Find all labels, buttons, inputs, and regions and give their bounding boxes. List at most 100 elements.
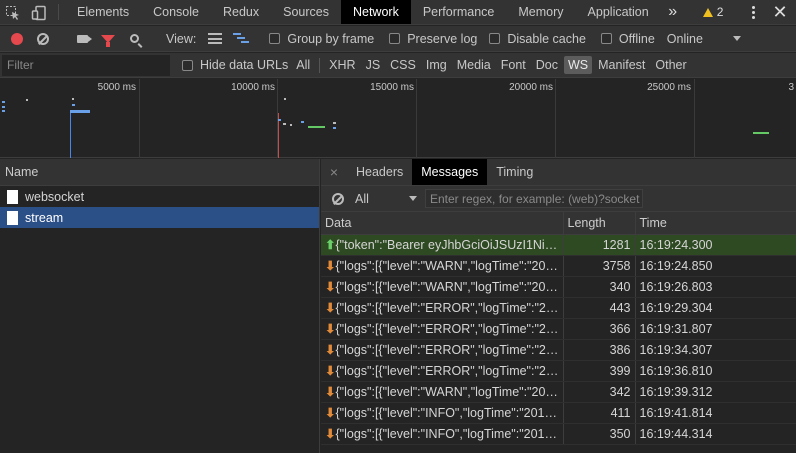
request-mark: [283, 123, 286, 125]
tab-console[interactable]: Console: [141, 0, 211, 24]
checkbox-box[interactable]: [182, 59, 193, 71]
checkbox-box[interactable]: [389, 33, 401, 44]
hide-data-urls-checkbox[interactable]: Hide data URLs: [182, 58, 288, 72]
request-mark: [333, 122, 336, 124]
column-header-data[interactable]: Data: [321, 212, 564, 235]
request-row-stream[interactable]: stream: [0, 207, 319, 228]
request-name: websocket: [25, 189, 85, 204]
message-regex-input[interactable]: [425, 189, 643, 208]
tab-application[interactable]: Application: [576, 0, 661, 24]
filter-input[interactable]: [2, 54, 170, 76]
divider: [58, 4, 59, 20]
tab-redux[interactable]: Redux: [211, 0, 271, 24]
preserve-log-checkbox[interactable]: Preserve log: [389, 32, 477, 46]
offline-label: Offline: [618, 31, 655, 46]
tab-performance[interactable]: Performance: [411, 0, 507, 24]
tab-network[interactable]: Network: [340, 0, 411, 24]
message-data: {"logs":[{"level":"ERROR","logTime":"20…: [335, 343, 563, 357]
filter-type-font[interactable]: Font: [497, 56, 530, 74]
messages-table: Data Length Time ⬆{"token":"Bearer eyJhb…: [321, 212, 796, 445]
record-button[interactable]: [4, 26, 30, 52]
received-message-row[interactable]: ⬇{"logs":[{"level":"ERROR","logTime":"20…: [321, 318, 796, 340]
grid-line: [139, 79, 140, 158]
filter-type-manifest[interactable]: Manifest: [594, 56, 649, 74]
request-mark: [278, 119, 281, 121]
request-mark: [333, 127, 336, 129]
overview-button[interactable]: [228, 26, 254, 52]
request-mark: [308, 126, 325, 128]
sent-message-row[interactable]: ⬆{"token":"Bearer eyJhbGciOiJSUzI1NiIs… 1…: [321, 234, 796, 256]
column-header-time[interactable]: Time: [635, 212, 796, 235]
received-message-row[interactable]: ⬇{"logs":[{"level":"INFO","logTime":"201…: [321, 423, 796, 445]
checkbox-box[interactable]: [489, 33, 501, 44]
filter-type-all[interactable]: All: [292, 56, 314, 74]
received-message-row[interactable]: ⬇{"logs":[{"level":"INFO","logTime":"201…: [321, 402, 796, 424]
clear-messages-button[interactable]: [325, 186, 351, 212]
request-mark: [2, 101, 5, 103]
close-detail-icon[interactable]: ×: [321, 159, 347, 185]
large-rows-button[interactable]: [202, 26, 228, 52]
network-overview-timeline[interactable]: 5000 ms 10000 ms 15000 ms 20000 ms 25000…: [0, 79, 796, 158]
tab-messages[interactable]: Messages: [412, 159, 488, 185]
waterfall-icon: [233, 33, 250, 44]
message-type-select[interactable]: All: [355, 192, 417, 206]
filter-type-css[interactable]: CSS: [386, 56, 420, 74]
name-column-header[interactable]: Name: [0, 159, 319, 186]
received-message-row[interactable]: ⬇{"logs":[{"level":"ERROR","logTime":"20…: [321, 360, 796, 382]
document-icon: [7, 210, 18, 225]
throttling-select[interactable]: Online: [667, 32, 741, 46]
offline-checkbox[interactable]: Offline: [600, 31, 655, 46]
capture-screenshots-button[interactable]: [69, 26, 95, 52]
filter-toggle-button[interactable]: [95, 26, 121, 52]
filter-type-img[interactable]: Img: [422, 56, 451, 74]
filter-type-ws[interactable]: WS: [564, 56, 593, 74]
document-icon: [7, 189, 18, 204]
inspect-element-icon[interactable]: [0, 0, 26, 25]
arrow-up-icon: ⬆: [325, 238, 336, 252]
request-mark: [284, 98, 286, 100]
search-button[interactable]: [121, 26, 147, 52]
disable-cache-checkbox[interactable]: Disable cache: [489, 32, 586, 46]
grid-line: [694, 79, 695, 158]
filter-type-js[interactable]: JS: [362, 56, 385, 74]
close-devtools-icon[interactable]: ✕: [768, 0, 792, 25]
message-length: 340: [563, 276, 636, 298]
device-toolbar-icon[interactable]: [26, 0, 52, 25]
received-message-row[interactable]: ⬇{"logs":[{"level":"WARN","logTime":"201…: [321, 255, 796, 277]
group-by-frame-checkbox[interactable]: Group by frame: [269, 32, 374, 46]
checkbox-box[interactable]: [269, 33, 281, 44]
request-row-websocket[interactable]: websocket: [0, 186, 319, 207]
arrow-down-icon: ⬇: [325, 364, 336, 378]
request-mark: [2, 110, 5, 112]
tab-timing[interactable]: Timing: [487, 159, 542, 185]
message-time: 16:19:24.300: [635, 234, 796, 256]
more-tabs-icon[interactable]: »: [661, 0, 685, 24]
clear-icon: [37, 32, 49, 45]
filter-icon: [101, 34, 115, 47]
column-header-length[interactable]: Length: [563, 212, 636, 235]
received-message-row[interactable]: ⬇{"logs":[{"level":"ERROR","logTime":"20…: [321, 297, 796, 319]
tab-elements[interactable]: Elements: [65, 0, 141, 24]
tab-memory[interactable]: Memory: [506, 0, 575, 24]
received-message-row[interactable]: ⬇{"logs":[{"level":"WARN","logTime":"201…: [321, 381, 796, 403]
clear-button[interactable]: [30, 26, 56, 52]
warnings-counter[interactable]: 2: [702, 0, 723, 24]
message-data: {"token":"Bearer eyJhbGciOiJSUzI1NiIs…: [335, 238, 563, 252]
filter-type-other[interactable]: Other: [651, 56, 690, 74]
received-message-row[interactable]: ⬇{"logs":[{"level":"WARN","logTime":"201…: [321, 276, 796, 298]
timeline-tick-label: 25000 ms: [647, 82, 691, 93]
preserve-log-label: Preserve log: [407, 31, 478, 46]
request-name: stream: [25, 210, 64, 225]
filter-type-media[interactable]: Media: [453, 56, 495, 74]
filter-type-xhr[interactable]: XHR: [325, 56, 359, 74]
filter-type-doc[interactable]: Doc: [532, 56, 562, 74]
tab-sources[interactable]: Sources: [271, 0, 341, 24]
message-data-cell: ⬇{"logs":[{"level":"ERROR","logTime":"20…: [321, 360, 564, 382]
received-message-row[interactable]: ⬇{"logs":[{"level":"ERROR","logTime":"20…: [321, 339, 796, 361]
customize-menu-icon[interactable]: [746, 0, 760, 25]
tab-headers[interactable]: Headers: [347, 159, 412, 185]
message-data-cell: ⬇{"logs":[{"level":"ERROR","logTime":"20…: [321, 297, 564, 319]
record-icon: [11, 32, 23, 45]
checkbox-box[interactable]: [600, 33, 612, 44]
message-length: 342: [563, 381, 636, 403]
